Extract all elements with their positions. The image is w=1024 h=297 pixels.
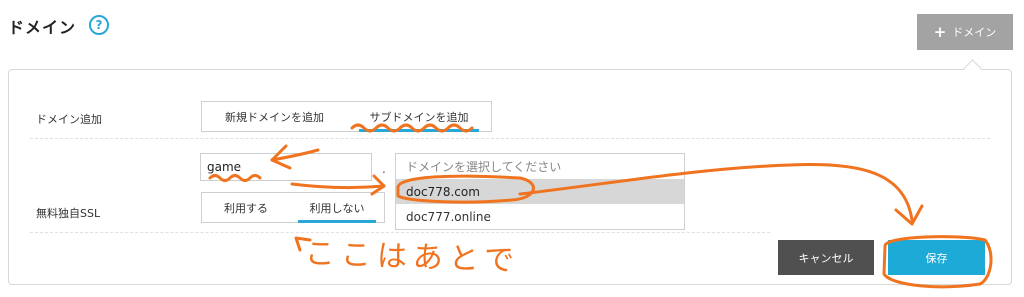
ssl-label: 無料独自SSL (36, 207, 101, 220)
plus-icon: + (933, 22, 947, 41)
tab-add-subdomain[interactable]: サブドメインを追加 (347, 102, 491, 132)
row-divider (30, 138, 990, 139)
domain-add-label: ドメイン追加 (36, 113, 102, 126)
tab-label: サブドメインを追加 (369, 110, 469, 124)
tab-label: 利用する (224, 201, 268, 215)
cancel-button[interactable]: キャンセル (778, 240, 874, 275)
tab-label: 利用しない (309, 201, 365, 215)
ssl-tabs: 利用する 利用しない (201, 192, 385, 223)
annotation-note: ここはあとで (304, 236, 521, 279)
domain-select-placeholder: ドメインを選択してください (406, 160, 562, 174)
save-button[interactable]: 保存 (888, 240, 985, 275)
tab-label: 新規ドメインを追加 (225, 110, 324, 124)
tab-new-domain[interactable]: 新規ドメインを追加 (202, 102, 347, 131)
domain-option-doc777[interactable]: doc777.online (396, 204, 684, 229)
tab-ssl-not-use[interactable]: 利用しない (290, 193, 384, 223)
domain-option-doc778[interactable]: doc778.com (396, 179, 684, 204)
domain-dot-separator: . (382, 162, 386, 176)
page-title: ドメイン (8, 18, 77, 37)
tab-ssl-use[interactable]: 利用する (202, 193, 290, 222)
add-domain-label: ドメイン (952, 26, 997, 39)
domain-select-list[interactable]: ドメインを選択してください doc778.com doc777.online (395, 153, 685, 230)
subdomain-input[interactable] (200, 153, 372, 181)
add-domain-button[interactable]: + ドメイン (917, 14, 1013, 50)
domain-add-tabs: 新規ドメインを追加 サブドメインを追加 (201, 101, 492, 132)
help-icon[interactable]: ? (89, 15, 109, 35)
